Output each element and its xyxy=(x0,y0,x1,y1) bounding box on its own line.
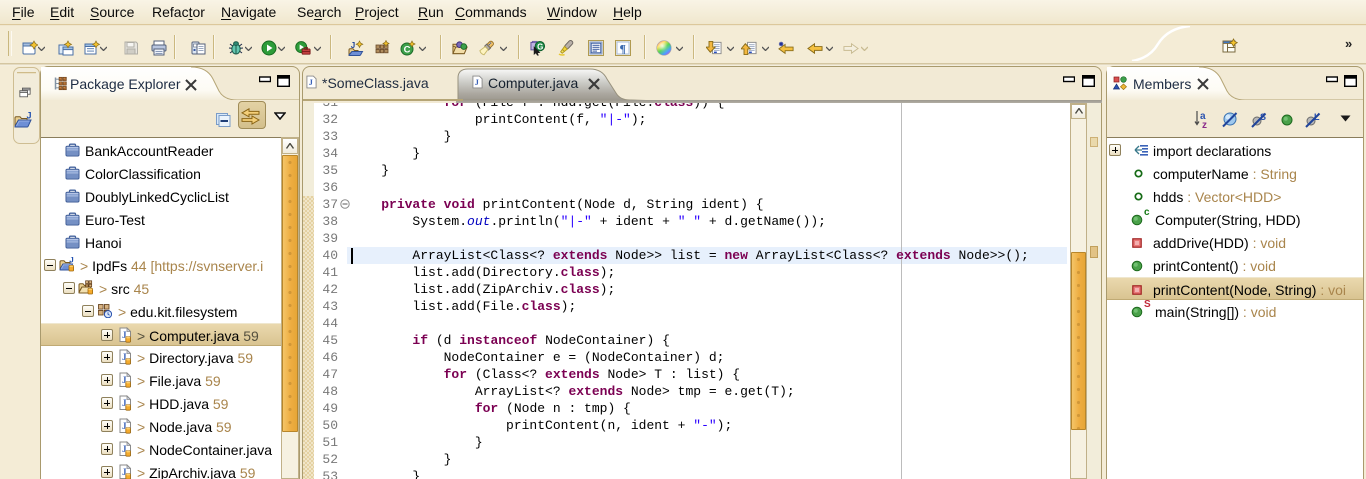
svg-text:¶: ¶ xyxy=(620,42,626,56)
svg-text:z: z xyxy=(1202,120,1207,129)
svg-text:J: J xyxy=(309,78,313,87)
svg-text:C: C xyxy=(404,44,411,55)
svg-text:G: G xyxy=(537,42,543,51)
svg-text:J: J xyxy=(351,41,355,50)
svg-text:J: J xyxy=(27,112,32,121)
svg-text:J: J xyxy=(475,78,479,87)
